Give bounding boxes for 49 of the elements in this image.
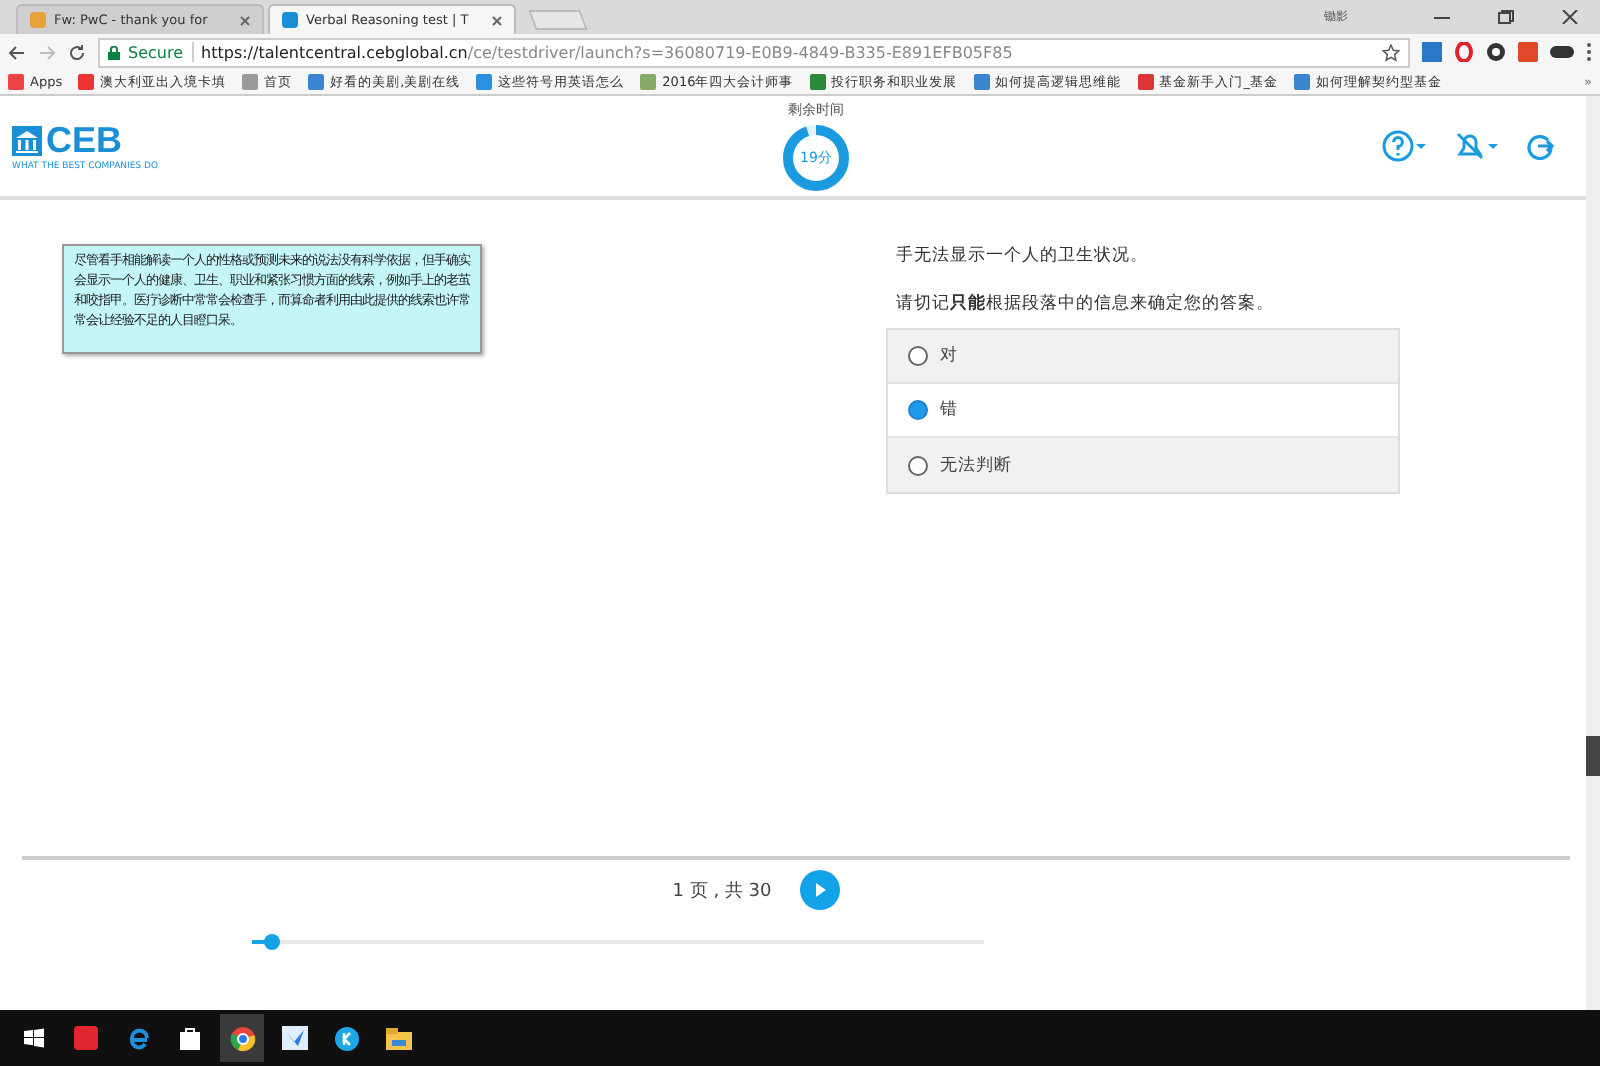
bookmark-icon [640, 74, 657, 90]
timer-ring [782, 124, 850, 192]
close-icon[interactable] [1562, 10, 1578, 24]
radio-button[interactable] [908, 346, 928, 366]
answer-option[interactable]: 无法判断 [888, 438, 1398, 492]
slider-thumb[interactable] [264, 934, 281, 950]
option-label: 无法判断 [940, 453, 1012, 477]
address-field[interactable]: Secure https://talentcentral.cebglobal.cn/ce/testdriver/launch?s=36080719-E0B9-4849-B335-E891EFB05F85 [98, 37, 1410, 67]
help-button[interactable] [1382, 130, 1426, 162]
instruction-text: 请切记只能根据段落中的信息来确定您的答案。 [894, 292, 1276, 316]
bookmark-icon [1293, 74, 1310, 90]
chrome-icon[interactable] [220, 1014, 264, 1062]
option-label: 错 [940, 398, 958, 422]
star-icon[interactable] [1382, 43, 1400, 61]
maximize-icon[interactable] [1498, 10, 1514, 24]
next-button[interactable] [799, 870, 840, 910]
reload-icon[interactable] [68, 43, 86, 61]
option-label: 对 [940, 344, 958, 368]
bookmark-icon [242, 74, 259, 90]
mute-button[interactable] [1454, 130, 1498, 162]
tab-favicon-icon [30, 12, 46, 28]
logo-building-icon [12, 126, 42, 156]
exit-button[interactable] [1526, 132, 1554, 160]
extension-icon[interactable] [1550, 46, 1574, 58]
url-host: https://talentcentral.cebglobal.cn [201, 43, 468, 61]
close-tab-icon[interactable] [240, 15, 250, 25]
bookmark-icon [78, 74, 95, 90]
logo: CEB [46, 120, 123, 161]
secure-label: Secure [128, 43, 184, 61]
bookmark-icon [476, 74, 493, 90]
question-text: 手无法显示一个人的卫生状况。 [894, 244, 1150, 268]
tab-favicon-icon [282, 12, 298, 28]
bookmark-icon [1137, 74, 1154, 90]
bookmark-icon [973, 74, 990, 90]
close-tab-icon[interactable] [492, 15, 502, 25]
play-icon [811, 882, 828, 898]
url-path: /ce/testdriver/launch?s=36080719-E0B9-4849-B335-E891EFB05F85 [467, 43, 1013, 61]
answer-option[interactable]: 对 [888, 330, 1398, 384]
bookmark-icon [809, 74, 826, 90]
scrollbar-thumb[interactable] [1586, 736, 1600, 776]
bookmark-icon [8, 74, 24, 90]
radio-button[interactable] [908, 400, 928, 420]
bookmark-icon [308, 74, 325, 90]
menu-icon[interactable] [1586, 42, 1592, 62]
lock-icon [108, 45, 120, 59]
scrollbar[interactable] [1586, 96, 1600, 1010]
page-indicator: 1 页 , 共 30 [672, 879, 772, 903]
back-icon[interactable] [8, 43, 26, 61]
radio-button[interactable] [908, 455, 928, 475]
